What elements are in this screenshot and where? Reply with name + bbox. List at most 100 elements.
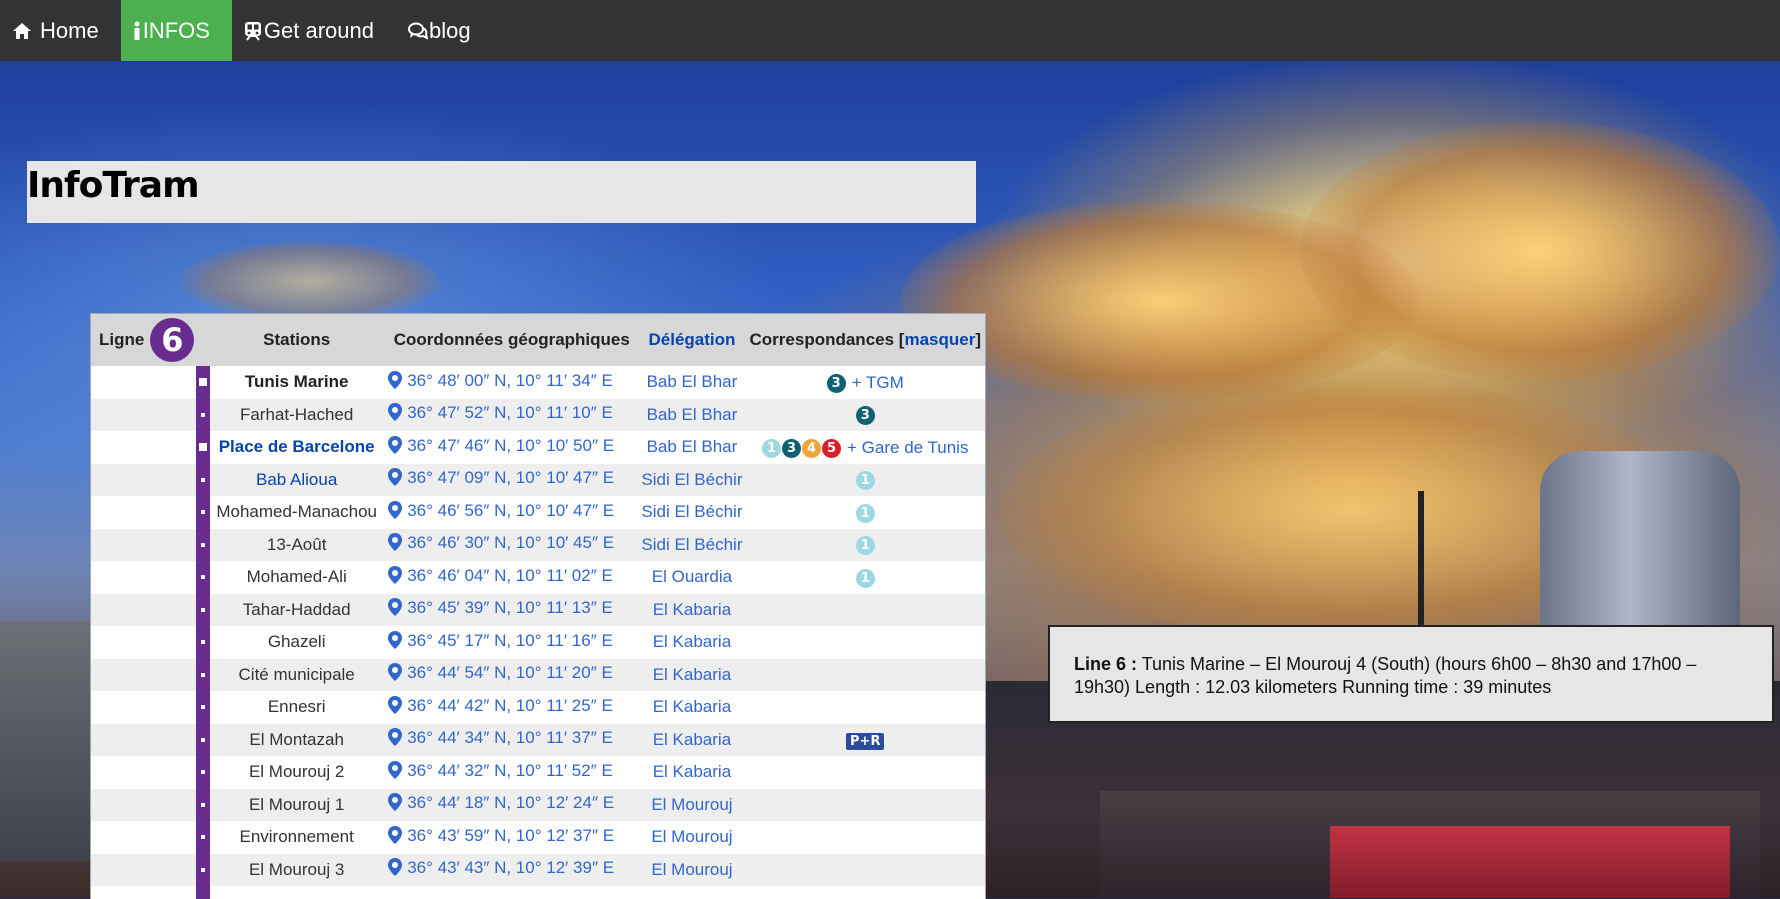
station-delegation[interactable]: Sidi El Béchir	[638, 464, 745, 497]
station-name: Ennesri	[267, 697, 326, 717]
map-pin-icon	[388, 695, 403, 719]
table-row-cutoff	[91, 886, 985, 899]
park-and-ride-icon[interactable]: P+R	[846, 732, 885, 750]
station-coordinates[interactable]: 36° 46′ 04″ N, 10° 11′ 02″ E	[385, 561, 638, 594]
station-delegation[interactable]: El Kabaria	[638, 626, 745, 659]
station-coordinates[interactable]: 36° 44′ 32″ N, 10° 11′ 52″ E	[385, 756, 638, 789]
station-name: Cité municipale	[238, 664, 355, 684]
header-coords: Coordonnées géographiques	[393, 330, 630, 349]
table-row: Bab Alioua 36° 47′ 09″ N, 10° 10′ 47″ E Si…	[91, 463, 985, 497]
table-row: Cité municipale 36° 44′ 54″ N, 10° 11′ 20…	[91, 658, 985, 692]
line-1-badge-icon[interactable]: 1	[855, 471, 875, 491]
top-navbar: Home INFOS Get around blog	[0, 0, 1780, 62]
line-1-badge-icon[interactable]: 1	[762, 438, 782, 458]
table-row: Environnement 36° 43′ 59″ N, 10° 12′ 37″ …	[91, 821, 985, 854]
empty-cell	[91, 399, 194, 432]
station-correspondances	[746, 789, 985, 822]
station-coordinates[interactable]: 36° 47′ 46″ N, 10° 10′ 50″ E	[385, 431, 638, 464]
line-5-badge-icon[interactable]: 5	[822, 438, 842, 458]
station-coordinates[interactable]: 36° 47′ 09″ N, 10° 10′ 47″ E	[385, 464, 638, 497]
map-pin-icon	[388, 403, 403, 426]
station-correspondances	[746, 854, 985, 887]
stop-dot-icon	[201, 477, 206, 482]
line-bar-cell	[194, 463, 211, 496]
correspondances-group: 1 3 4 5 + Gare de Tunis	[762, 438, 968, 458]
table-row: Ennesri 36° 44′ 42″ N, 10° 11′ 25″ E El Ka…	[91, 691, 985, 724]
station-correspondances: 1	[746, 529, 985, 562]
station-delegation[interactable]: El Mourouj	[638, 821, 745, 854]
station-delegation[interactable]: El Kabaria	[638, 724, 745, 757]
station-name[interactable]: Bab Alioua	[208, 464, 385, 497]
line-3-badge-icon[interactable]: 3	[855, 406, 875, 426]
coordinates-text: 36° 43′ 43″ N, 10° 12′ 39″ E	[407, 858, 615, 878]
line-3-badge-icon[interactable]: 3	[826, 373, 846, 393]
line-bar-cell	[194, 821, 211, 854]
station-delegation[interactable]: El Ouardia	[638, 561, 745, 594]
station-coordinates[interactable]: 36° 46′ 56″ N, 10° 10′ 47″ E	[385, 496, 638, 529]
stop-dot-icon	[201, 737, 206, 742]
nav-home[interactable]: Home	[0, 0, 121, 61]
station-correspondances	[746, 594, 985, 627]
stop-dot-icon	[201, 705, 206, 710]
line-bar	[196, 756, 211, 789]
station-coordinates[interactable]: 36° 44′ 42″ N, 10° 11′ 25″ E	[385, 691, 638, 724]
station-coordinates[interactable]: 36° 44′ 34″ N, 10° 11′ 37″ E	[385, 724, 638, 757]
nav-blog[interactable]: blog	[396, 0, 493, 61]
line-3-badge-icon[interactable]: 3	[782, 438, 802, 458]
station-name: Tunis Marine	[244, 372, 349, 392]
station-name[interactable]: Place de Barcelone	[208, 431, 385, 464]
correspondance-text[interactable]: + TGM	[852, 373, 904, 393]
header-delegation[interactable]: Délégation	[638, 314, 745, 366]
empty-cell	[91, 496, 194, 529]
station-delegation[interactable]: Bab El Bhar	[638, 431, 745, 464]
line-bar	[196, 691, 211, 724]
station-coordinates[interactable]: 36° 44′ 54″ N, 10° 11′ 20″ E	[385, 659, 638, 692]
line-bar-cell	[194, 366, 211, 399]
line-bar	[196, 886, 211, 899]
station-coordinates[interactable]: 36° 47′ 52″ N, 10° 11′ 10″ E	[385, 399, 638, 432]
station-delegation[interactable]: El Kabaria	[638, 756, 745, 789]
line-bar-cell	[194, 658, 211, 691]
station-delegation[interactable]: Sidi El Béchir	[638, 529, 745, 562]
stop-dot-icon	[201, 835, 206, 840]
line-1-badge-icon[interactable]: 1	[855, 536, 875, 556]
station-correspondances	[746, 626, 985, 659]
station-coordinates[interactable]: 36° 48′ 00″ N, 10° 11′ 34″ E	[385, 366, 638, 399]
station-correspondances	[746, 659, 985, 692]
station-delegation[interactable]: El Kabaria	[638, 691, 745, 724]
station-name: Ghazeli	[267, 632, 326, 652]
line-4-badge-icon[interactable]: 4	[802, 438, 822, 458]
station-delegation[interactable]: Bab El Bhar	[638, 399, 745, 432]
station-coordinates[interactable]: 36° 44′ 18″ N, 10° 12′ 24″ E	[385, 789, 638, 822]
station-coordinates[interactable]: 36° 46′ 30″ N, 10° 10′ 45″ E	[385, 529, 638, 562]
header-stations: Stations	[263, 330, 331, 349]
correspondance-text[interactable]: + Gare de Tunis	[847, 438, 968, 458]
station-name: El Mourouj 1	[248, 794, 345, 814]
locomotive-shape	[1330, 826, 1730, 898]
line-1-badge-icon[interactable]: 1	[855, 503, 875, 523]
station-correspondances	[746, 691, 985, 724]
map-pin-icon	[388, 630, 403, 654]
coordinates-text: 36° 47′ 52″ N, 10° 11′ 10″ E	[407, 403, 613, 423]
station-delegation[interactable]: El Mourouj	[638, 789, 745, 822]
line-bar-cell	[194, 788, 211, 821]
coordinates-text: 36° 46′ 30″ N, 10° 10′ 45″ E	[407, 533, 615, 553]
nav-get-around[interactable]: Get around	[232, 0, 396, 61]
line-1-badge-icon[interactable]: 1	[855, 568, 875, 588]
table-row: Tunis Marine 36° 48′ 00″ N, 10° 11′ 34″ E…	[91, 366, 985, 399]
header-correspondances: Correspondances [masquer]	[746, 314, 985, 366]
station-delegation[interactable]: El Kabaria	[638, 594, 745, 627]
table-row: Mohamed-Ali 36° 46′ 04″ N, 10° 11′ 02″ E E…	[91, 561, 985, 594]
station-coordinates[interactable]: 36° 45′ 17″ N, 10° 11′ 16″ E	[385, 626, 638, 659]
station-name: Farhat-Hached	[239, 404, 354, 424]
station-delegation[interactable]: Bab El Bhar	[638, 366, 745, 399]
station-delegation[interactable]: El Mourouj	[638, 854, 745, 887]
station-delegation[interactable]: Sidi El Béchir	[638, 496, 745, 529]
nav-infos[interactable]: INFOS	[120, 0, 232, 61]
station-coordinates[interactable]: 36° 45′ 39″ N, 10° 11′ 13″ E	[385, 594, 638, 627]
station-coordinates[interactable]: 36° 43′ 43″ N, 10° 12′ 39″ E	[385, 854, 638, 887]
masquer-link[interactable]: masquer	[904, 330, 975, 349]
station-coordinates[interactable]: 36° 43′ 59″ N, 10° 12′ 37″ E	[385, 821, 638, 854]
line-bar	[196, 821, 211, 854]
station-delegation[interactable]: El Kabaria	[638, 659, 745, 692]
